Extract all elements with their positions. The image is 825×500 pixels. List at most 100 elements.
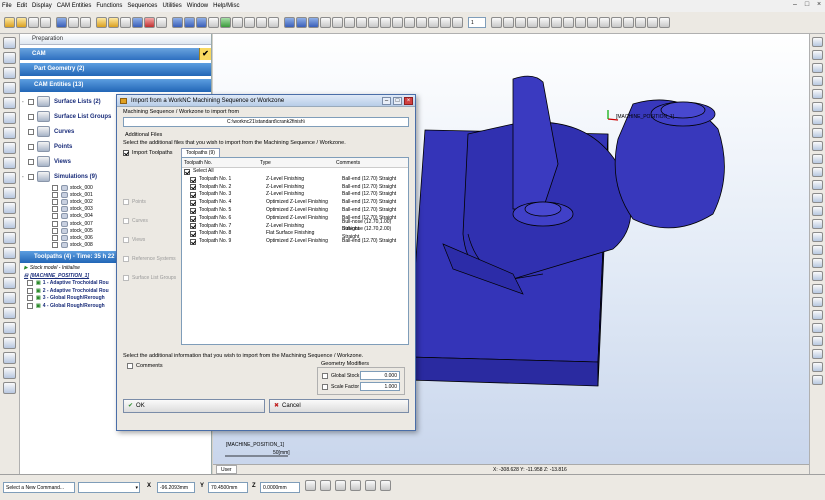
right-tool-8-icon[interactable] <box>812 128 823 138</box>
table-row[interactable]: Toolpath No. 5 Optimized Z-Level Finishin… <box>182 207 408 215</box>
cube-top-icon[interactable] <box>392 17 403 28</box>
info-icon[interactable] <box>563 17 574 28</box>
shade-icon[interactable] <box>172 17 183 28</box>
preparation-header[interactable]: Preparation <box>20 34 211 45</box>
right-tool-14-icon[interactable] <box>812 206 823 216</box>
cube-back-icon[interactable] <box>440 17 451 28</box>
checkbox[interactable] <box>123 255 129 262</box>
zoom-fit-icon[interactable] <box>284 17 295 28</box>
display-mode-icon[interactable] <box>208 17 219 28</box>
row-checkbox[interactable] <box>190 215 196 222</box>
right-tool-17-icon[interactable] <box>812 245 823 255</box>
dialog-title-bar[interactable]: Import from a WorkNC Machining Sequence … <box>117 95 415 107</box>
right-tool-16-icon[interactable] <box>812 232 823 242</box>
right-tool-15-icon[interactable] <box>812 219 823 229</box>
checkbox[interactable] <box>28 128 34 135</box>
right-tool-3-icon[interactable] <box>812 63 823 73</box>
left-tool-16-icon[interactable] <box>3 262 16 274</box>
path-field[interactable]: C:\worknc21\standard\crank2finish\ <box>123 117 409 127</box>
extra-icon[interactable] <box>659 17 670 28</box>
left-tool-20-icon[interactable] <box>3 322 16 334</box>
left-tool-17-icon[interactable] <box>3 277 16 289</box>
right-tool-4-icon[interactable] <box>812 76 823 86</box>
left-tool-12-icon[interactable] <box>3 202 16 214</box>
cube-iso-icon[interactable] <box>428 17 439 28</box>
right-tool-9-icon[interactable] <box>812 141 823 151</box>
checkbox[interactable] <box>123 217 129 224</box>
top-view-icon[interactable] <box>244 17 255 28</box>
option-points[interactable]: Points <box>123 192 181 211</box>
pick-icon[interactable] <box>491 17 502 28</box>
zoom-in-icon[interactable] <box>296 17 307 28</box>
left-tool-8-icon[interactable] <box>3 142 16 154</box>
ruler-icon[interactable] <box>599 17 610 28</box>
comments-checkbox[interactable] <box>127 362 133 369</box>
checkbox[interactable] <box>52 198 58 205</box>
grid-icon[interactable] <box>68 17 79 28</box>
right-tool-2-icon[interactable] <box>812 50 823 60</box>
menu-window[interactable]: Window <box>187 3 208 9</box>
right-tool-18-icon[interactable] <box>812 258 823 268</box>
screen-icon[interactable] <box>647 17 658 28</box>
column-header[interactable]: Toolpath No. <box>182 158 260 167</box>
right-tool-12-icon[interactable] <box>812 180 823 190</box>
import-toolpaths-option[interactable]: Import Toolpaths <box>123 148 181 157</box>
save-icon[interactable] <box>28 17 39 28</box>
menu-help[interactable]: Help/Misc <box>213 3 239 9</box>
left-tool-21-icon[interactable] <box>3 337 16 349</box>
cam-header[interactable]: CAM ✔ <box>20 48 211 60</box>
rotate-icon[interactable] <box>332 17 343 28</box>
menu-display[interactable]: Display <box>32 3 52 9</box>
light2-icon[interactable] <box>635 17 646 28</box>
row-checkbox[interactable] <box>190 223 196 230</box>
snap-point-icon[interactable] <box>305 480 316 491</box>
right-tool-10-icon[interactable] <box>812 154 823 164</box>
close-icon[interactable]: × <box>815 1 823 9</box>
close-icon[interactable]: × <box>404 97 413 105</box>
cube-side-icon[interactable] <box>416 17 427 28</box>
layer-icon[interactable] <box>527 17 538 28</box>
checkbox[interactable] <box>28 98 34 105</box>
frame-icon[interactable] <box>587 17 598 28</box>
minimize-icon[interactable]: – <box>791 1 799 9</box>
left-tool-18-icon[interactable] <box>3 292 16 304</box>
option-reference-systems[interactable]: Reference Systems <box>123 249 181 268</box>
camera-icon[interactable] <box>623 17 634 28</box>
section-icon[interactable] <box>344 17 355 28</box>
right-tool-20-icon[interactable] <box>812 284 823 294</box>
checkbox[interactable] <box>52 184 58 191</box>
import-toolpaths-checkbox[interactable] <box>123 149 129 156</box>
layout-icon[interactable] <box>80 17 91 28</box>
new-icon[interactable] <box>4 17 15 28</box>
left-tool-13-icon[interactable] <box>3 217 16 229</box>
open-icon[interactable] <box>16 17 27 28</box>
settings-icon[interactable] <box>539 17 550 28</box>
light-icon[interactable] <box>220 17 231 28</box>
select-all-row[interactable]: Select All <box>182 168 408 176</box>
checkbox[interactable] <box>28 143 34 150</box>
left-tool-24-icon[interactable] <box>3 382 16 394</box>
x-coordinate-input[interactable]: -96.2093mm <box>157 482 195 493</box>
cube-front-icon[interactable] <box>404 17 415 28</box>
tab-toolpaths[interactable]: Toolpaths (9) <box>181 148 220 157</box>
checkbox[interactable] <box>52 227 58 234</box>
checkbox[interactable] <box>27 287 33 294</box>
table-row[interactable]: Toolpath No. 9 Optimized Z-Level Finishin… <box>182 238 408 246</box>
iso-view-icon[interactable] <box>232 17 243 28</box>
left-tool-15-icon[interactable] <box>3 247 16 259</box>
left-tool-22-icon[interactable] <box>3 352 16 364</box>
pin-icon[interactable] <box>120 17 131 28</box>
checkbox[interactable] <box>52 213 58 220</box>
option-surface-list-groups[interactable]: Surface List Groups <box>123 268 181 287</box>
checkbox[interactable] <box>27 295 33 302</box>
ok-button[interactable]: ✔ OK <box>123 399 265 413</box>
right-tool-19-icon[interactable] <box>812 271 823 281</box>
checkbox[interactable] <box>28 113 34 120</box>
left-tool-4-icon[interactable] <box>3 82 16 94</box>
checkbox[interactable] <box>123 198 129 205</box>
checkbox[interactable] <box>28 158 34 165</box>
global-stock-input[interactable]: 0.000 <box>360 371 400 380</box>
left-tool-1-icon[interactable] <box>3 37 16 49</box>
axis-icon[interactable] <box>368 17 379 28</box>
view-icon[interactable] <box>56 17 67 28</box>
